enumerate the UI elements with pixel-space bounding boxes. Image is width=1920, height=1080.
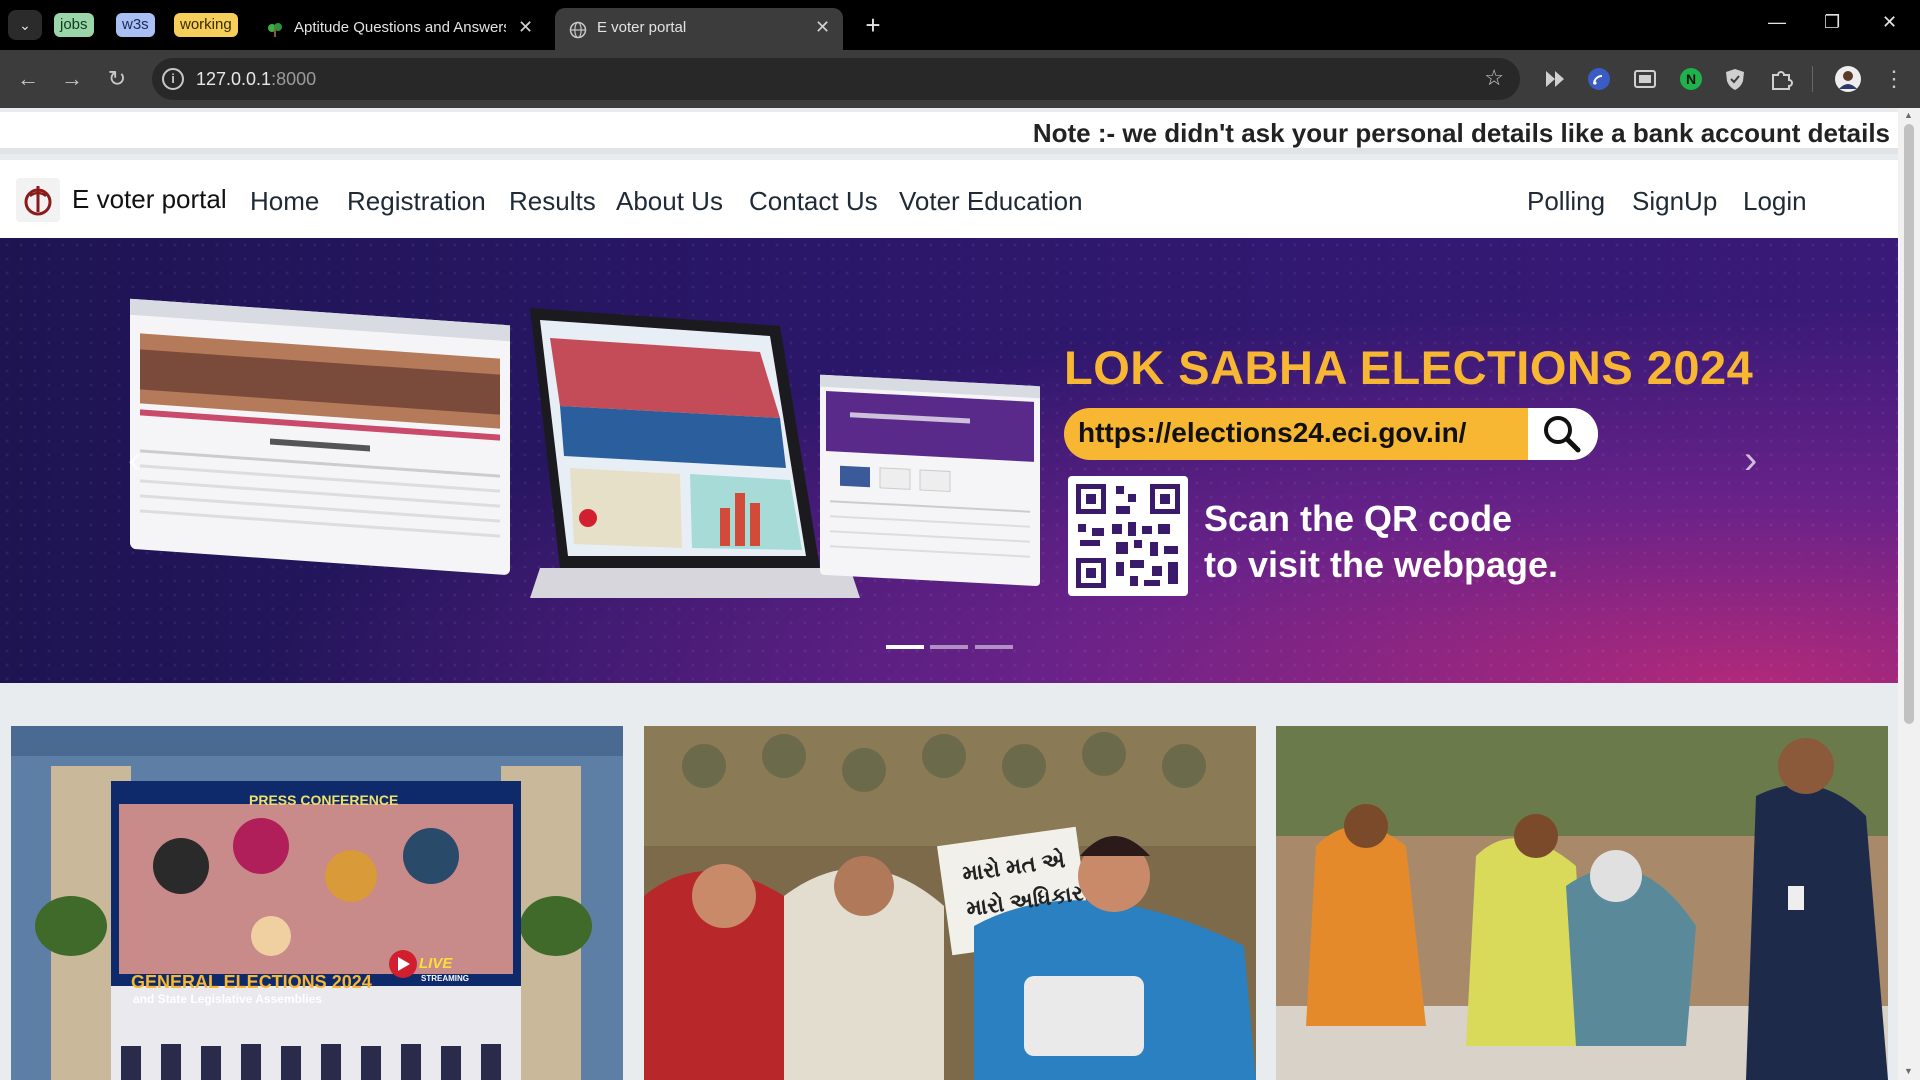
shield-extension-icon[interactable]	[1722, 66, 1748, 92]
field-workers-image	[1276, 726, 1888, 1080]
n-extension-icon[interactable]: N	[1678, 66, 1704, 92]
carousel-indicator-1[interactable]	[886, 645, 924, 649]
website-mockups-illustration	[130, 298, 1040, 598]
carousel-prev-icon[interactable]: ‹	[128, 438, 141, 483]
browser-toolbar: ← → ↻ i 127.0.0.1:8000 ☆ N ⋮	[0, 50, 1920, 108]
hero-carousel[interactable]: LOK SABHA ELECTIONS 2024 https://electio…	[0, 238, 1898, 683]
carousel-indicator-2[interactable]	[930, 645, 968, 649]
toolbar-divider	[1812, 66, 1813, 92]
carousel-headline: LOK SABHA ELECTIONS 2024	[1064, 341, 1754, 394]
nav-contact-us[interactable]: Contact Us	[749, 186, 878, 217]
aptitude-favicon-icon	[268, 23, 282, 37]
close-tab-icon[interactable]: ✕	[518, 17, 533, 38]
nav-voter-education[interactable]: Voter Education	[899, 186, 1083, 217]
minimize-icon[interactable]: —	[1768, 12, 1786, 33]
tab-group-jobs[interactable]: jobs	[54, 13, 94, 37]
scrollbar-thumb[interactable]	[1904, 124, 1914, 724]
press-title: PRESS CONFERENCE	[249, 792, 399, 808]
bookmark-star-icon[interactable]: ☆	[1484, 65, 1504, 91]
card-press-conference[interactable]: PRESS CONFERENCE GENERAL ELECTIONS 2024 …	[11, 726, 623, 1080]
tab-group-working[interactable]: working	[174, 13, 238, 37]
restore-icon[interactable]: ❐	[1824, 12, 1840, 33]
search-magnifier-icon	[1528, 408, 1598, 460]
carousel-next-icon[interactable]: ›	[1744, 438, 1757, 483]
svg-text:N: N	[1686, 71, 1696, 87]
carousel-indicator-3[interactable]	[975, 645, 1013, 649]
qr-code-icon	[1068, 476, 1188, 596]
new-tab-plus-icon[interactable]: +	[858, 10, 888, 40]
card-field-workers[interactable]	[1276, 726, 1888, 1080]
tab-aptitude[interactable]: Aptitude Questions and Answers ✕	[252, 8, 548, 50]
page-viewport: Note :- we didn't ask your personal deta…	[0, 108, 1898, 1080]
tab-title: Aptitude Questions and Answers	[294, 19, 506, 36]
election-url[interactable]: https://elections24.eci.gov.in/	[1078, 417, 1466, 449]
site-navbar: E voter portal Home Registration Results…	[0, 160, 1898, 238]
scroll-down-icon[interactable]: ▼	[1904, 1066, 1913, 1076]
tab-search-chevron-icon[interactable]: ⌄	[8, 10, 42, 40]
nav-registration[interactable]: Registration	[347, 186, 486, 217]
scroll-up-icon[interactable]: ▲	[1904, 110, 1913, 120]
address-url[interactable]: 127.0.0.1:8000	[196, 69, 316, 90]
note-marquee: Note :- we didn't ask your personal deta…	[0, 112, 1898, 154]
site-info-icon[interactable]: i	[162, 68, 184, 90]
nav-login[interactable]: Login	[1743, 186, 1807, 217]
card-voters-queue[interactable]: મારો મત એ મારો અધિકાર	[644, 726, 1256, 1080]
browser-tab-bar: ⌄ jobs w3s working Aptitude Questions an…	[0, 0, 1920, 50]
press-live: LIVE	[419, 955, 453, 972]
note-text: Note :- we didn't ask your personal deta…	[1032, 118, 1890, 148]
forward-arrow-icon[interactable]: →	[58, 65, 86, 93]
scan-qr-text: Scan the QR code to visit the webpage.	[1204, 498, 1559, 585]
election-url-pill[interactable]: https://elections24.eci.gov.in/	[1064, 408, 1598, 460]
read-aloud-extension-icon[interactable]	[1586, 66, 1612, 92]
close-window-icon[interactable]: ✕	[1882, 12, 1897, 33]
tab-group-w3s[interactable]: w3s	[116, 13, 155, 37]
close-tab-icon[interactable]: ✕	[815, 17, 830, 38]
nav-about-us[interactable]: About Us	[616, 186, 723, 217]
tab-title: E voter portal	[597, 19, 687, 36]
extensions-puzzle-icon[interactable]	[1768, 66, 1794, 92]
address-bar[interactable]: i 127.0.0.1:8000 ☆	[152, 58, 1520, 100]
tab-evoter[interactable]: E voter portal ✕	[555, 8, 843, 50]
press-subtitle: and State Legislative Assemblies	[133, 992, 322, 1006]
reload-icon[interactable]: ↻	[103, 65, 131, 93]
press-conference-image	[11, 726, 623, 1080]
brand-logo-icon[interactable]	[16, 178, 60, 222]
profile-avatar[interactable]	[1834, 65, 1862, 93]
back-arrow-icon[interactable]: ←	[14, 65, 42, 93]
page-scrollbar[interactable]: ▲ ▼	[1898, 108, 1920, 1080]
nav-home[interactable]: Home	[250, 186, 319, 217]
press-streaming: STREAMING	[421, 974, 469, 983]
fast-forward-extension-icon[interactable]	[1542, 66, 1568, 92]
nav-results[interactable]: Results	[509, 186, 596, 217]
nav-signup[interactable]: SignUp	[1632, 186, 1717, 217]
screen-capture-extension-icon[interactable]	[1632, 66, 1658, 92]
voters-image	[644, 726, 1256, 1080]
brand-name[interactable]: E voter portal	[72, 184, 227, 215]
nav-polling[interactable]: Polling	[1527, 186, 1605, 217]
browser-menu-kebab-icon[interactable]: ⋮	[1880, 65, 1908, 93]
press-election: GENERAL ELECTIONS 2024	[131, 972, 372, 992]
globe-icon	[569, 21, 587, 39]
